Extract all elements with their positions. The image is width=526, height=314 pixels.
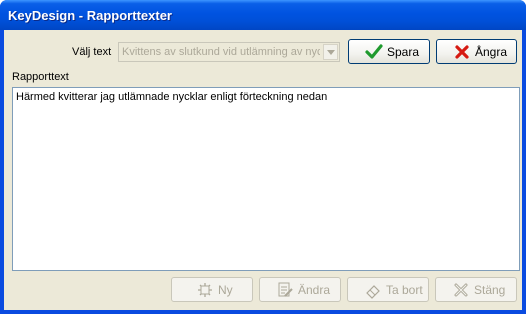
report-text-label: Rapporttext [12,71,69,83]
check-icon [365,43,383,61]
chevron-down-icon[interactable] [323,44,338,60]
close-button-label: Stäng [474,283,506,297]
report-text-area[interactable]: Härmed kvitterar jag utlämnade nycklar e… [12,87,520,271]
delete-button[interactable]: Ta bort [347,277,429,302]
edit-button-label: Ändra [298,283,331,297]
new-button-label: Ny [218,283,233,297]
edit-doc-icon [276,281,294,299]
text-select-value: Kvittens av slutkund vid utlämning av ny… [122,46,320,58]
eraser-icon [364,281,382,299]
title-bar[interactable]: KeyDesign - Rapporttexter [0,0,526,30]
red-x-icon [453,43,471,61]
undo-button-label: Ångra [475,45,508,59]
undo-button[interactable]: Ångra [436,39,517,64]
close-button[interactable]: Stäng [435,277,517,302]
close-x-icon [452,281,470,299]
report-text-content: Härmed kvitterar jag utlämnade nycklar e… [16,91,328,103]
save-button[interactable]: Spara [348,39,430,64]
new-doc-icon [196,281,214,299]
dialog-window: KeyDesign - Rapporttexter Välj text Kvit… [0,0,526,314]
dialog-body: Välj text Kvittens av slutkund vid utläm… [4,30,522,310]
text-select-dropdown[interactable]: Kvittens av slutkund vid utlämning av ny… [118,42,340,62]
save-button-label: Spara [387,45,420,59]
select-text-label: Välj text [72,46,112,58]
window-title: KeyDesign - Rapporttexter [8,8,172,23]
new-button[interactable]: Ny [171,277,253,302]
edit-button[interactable]: Ändra [259,277,341,302]
delete-button-label: Ta bort [386,283,423,297]
